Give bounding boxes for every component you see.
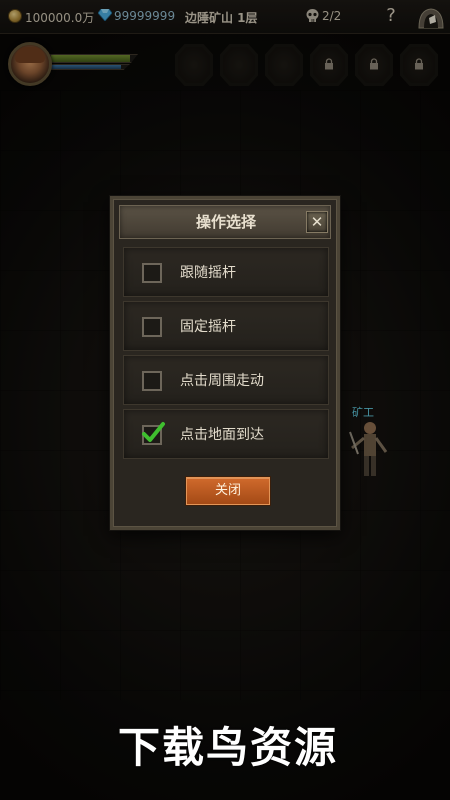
checkbox[interactable]	[142, 263, 162, 283]
control-mode-dialog: 操作选择 ✕ 跟随摇杆 固定摇杆 点击周围走动 点击地面到达 关闭	[110, 196, 340, 530]
checkbox[interactable]	[142, 317, 162, 337]
close-icon[interactable]: ✕	[306, 211, 328, 233]
checkmark-icon	[142, 422, 165, 442]
close-button[interactable]: 关闭	[186, 477, 270, 505]
option-fixed-joystick[interactable]: 固定摇杆	[123, 301, 329, 351]
option-label: 点击地面到达	[180, 427, 264, 443]
option-follow-joystick[interactable]: 跟随摇杆	[123, 247, 329, 297]
watermark-text: 下载鸟资源	[118, 723, 339, 772]
option-label: 固定摇杆	[180, 319, 236, 335]
dialog-header: 操作选择 ✕	[119, 205, 331, 239]
checkbox[interactable]	[142, 371, 162, 391]
option-tap-ground-move[interactable]: 点击地面到达	[123, 409, 329, 459]
option-tap-nearby-walk[interactable]: 点击周围走动	[123, 355, 329, 405]
option-label: 跟随摇杆	[180, 265, 236, 281]
dialog-title: 操作选择	[195, 213, 256, 231]
option-label: 点击周围走动	[180, 373, 264, 389]
